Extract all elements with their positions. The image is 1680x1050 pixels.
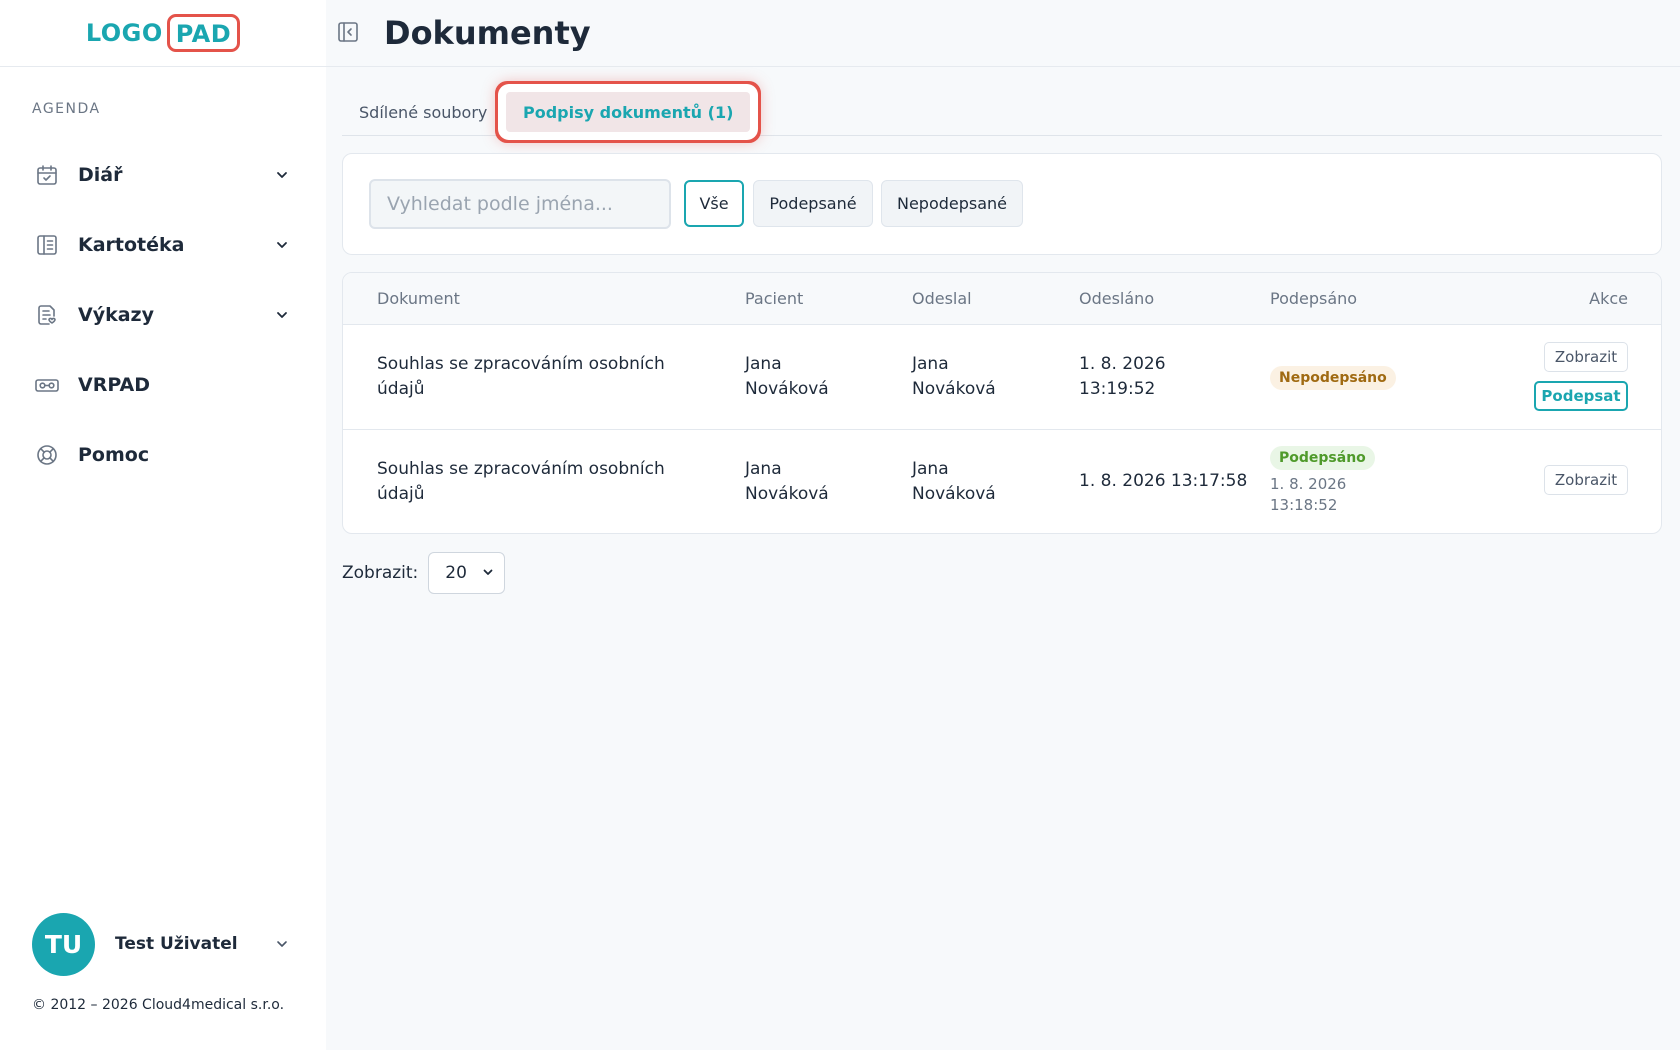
column-header-signed: Podepsáno bbox=[1270, 289, 1358, 308]
cell-patient: Jana Nováková bbox=[745, 354, 829, 399]
top-bar: Dokumenty bbox=[326, 0, 1680, 67]
sidebar-item-label: VRPAD bbox=[78, 374, 150, 396]
user-menu[interactable]: TU Test Uživatel bbox=[32, 912, 292, 976]
sidebar-section-title: AGENDA bbox=[32, 101, 101, 117]
page-size-control: Zobrazit: 20 bbox=[342, 552, 506, 594]
page-title: Dokumenty bbox=[384, 14, 591, 52]
column-header-actions: Akce bbox=[1589, 289, 1628, 308]
column-header-sent: Odesláno bbox=[1079, 289, 1155, 308]
user-name: Test Uživatel bbox=[115, 934, 238, 954]
cell-sent: 1. 8. 2026 13:17:58 bbox=[1079, 471, 1248, 491]
cell-sender: Jana Nováková bbox=[912, 459, 996, 504]
logo-bar: LOGO PAD bbox=[0, 0, 326, 67]
chevron-down-icon bbox=[272, 934, 292, 954]
collapse-sidebar-button[interactable] bbox=[336, 22, 360, 46]
column-header-sender: Odeslal bbox=[912, 289, 972, 308]
vr-headset-icon bbox=[32, 370, 62, 400]
avatar: TU bbox=[32, 912, 95, 976]
chevron-down-icon bbox=[482, 563, 494, 583]
sidebar-item-label: Výkazy bbox=[78, 304, 154, 326]
cell-sent: 1. 8. 2026 13:19:52 bbox=[1079, 354, 1166, 399]
lifebuoy-icon bbox=[32, 440, 62, 470]
sidebar: LOGO PAD AGENDA Diář Kartotéka Výkazy VR… bbox=[0, 0, 326, 1050]
table-row: Souhlas se zpracováním osobních údajů Ja… bbox=[343, 325, 1661, 430]
status-badge: Nepodepsáno bbox=[1270, 366, 1396, 390]
documents-table: Dokument Pacient Odeslal Odesláno Podeps… bbox=[342, 272, 1662, 534]
search-input[interactable] bbox=[369, 179, 671, 229]
page-size-value: 20 bbox=[445, 563, 467, 583]
sidebar-item-label: Pomoc bbox=[78, 444, 150, 466]
tab-document-signatures[interactable]: Podpisy dokumentů (1) bbox=[506, 92, 751, 132]
sidebar-item-diar[interactable]: Diář bbox=[32, 140, 292, 210]
tab-shared-files[interactable]: Sdílené soubory bbox=[342, 92, 504, 132]
logo-text-boxed: PAD bbox=[166, 14, 241, 52]
filter-signed-button[interactable]: Podepsané bbox=[753, 180, 873, 227]
filter-all-button[interactable]: Vše bbox=[684, 180, 744, 227]
cell-document: Souhlas se zpracováním osobních údajů bbox=[377, 459, 665, 504]
calendar-icon bbox=[32, 160, 62, 190]
book-icon bbox=[32, 230, 62, 260]
chevron-down-icon bbox=[272, 235, 292, 255]
sidebar-nav: Diář Kartotéka Výkazy VRPAD Pomoc bbox=[32, 140, 292, 490]
collapse-sidebar-icon bbox=[337, 21, 359, 47]
view-button[interactable]: Zobrazit bbox=[1544, 342, 1628, 372]
cell-document: Souhlas se zpracováním osobních údajů bbox=[377, 354, 665, 399]
column-header-patient: Pacient bbox=[745, 289, 804, 308]
table-row: Souhlas se zpracováním osobních údajů Ja… bbox=[343, 430, 1661, 533]
sign-button[interactable]: Podepsat bbox=[1534, 381, 1628, 411]
cell-patient: Jana Nováková bbox=[745, 459, 829, 504]
tab-bar: Sdílené soubory Podpisy dokumentů (1) bbox=[342, 80, 1662, 136]
copyright: © 2012 – 2026 Cloud4medical s.r.o. bbox=[32, 997, 285, 1013]
sidebar-item-vykazy[interactable]: Výkazy bbox=[32, 280, 292, 350]
sidebar-item-kartoteka[interactable]: Kartotéka bbox=[32, 210, 292, 280]
logo-text-primary: LOGO bbox=[85, 19, 163, 47]
page-size-label: Zobrazit: bbox=[342, 563, 419, 583]
cell-signed: Nepodepsáno bbox=[1270, 365, 1430, 390]
chevron-down-icon bbox=[272, 165, 292, 185]
sidebar-item-label: Diář bbox=[78, 164, 123, 186]
sidebar-item-label: Kartotéka bbox=[78, 234, 185, 256]
cell-sender: Jana Nováková bbox=[912, 354, 996, 399]
column-header-document: Dokument bbox=[377, 289, 460, 308]
view-button[interactable]: Zobrazit bbox=[1544, 465, 1628, 495]
status-badge: Podepsáno bbox=[1270, 446, 1375, 470]
page-size-select[interactable]: 20 bbox=[428, 552, 506, 594]
table-header: Dokument Pacient Odeslal Odesláno Podeps… bbox=[343, 273, 1661, 325]
cell-signed: Podepsáno 1. 8. 2026 13:18:52 bbox=[1270, 445, 1430, 516]
sidebar-item-pomoc[interactable]: Pomoc bbox=[32, 420, 292, 490]
signed-timestamp: 1. 8. 2026 13:18:52 bbox=[1270, 475, 1347, 514]
logo[interactable]: LOGO PAD bbox=[85, 14, 241, 52]
filter-unsigned-button[interactable]: Nepodepsané bbox=[881, 180, 1023, 227]
filter-card: Vše Podepsané Nepodepsané bbox=[342, 153, 1662, 255]
report-icon bbox=[32, 300, 62, 330]
sidebar-item-vrpad[interactable]: VRPAD bbox=[32, 350, 292, 420]
chevron-down-icon bbox=[272, 305, 292, 325]
